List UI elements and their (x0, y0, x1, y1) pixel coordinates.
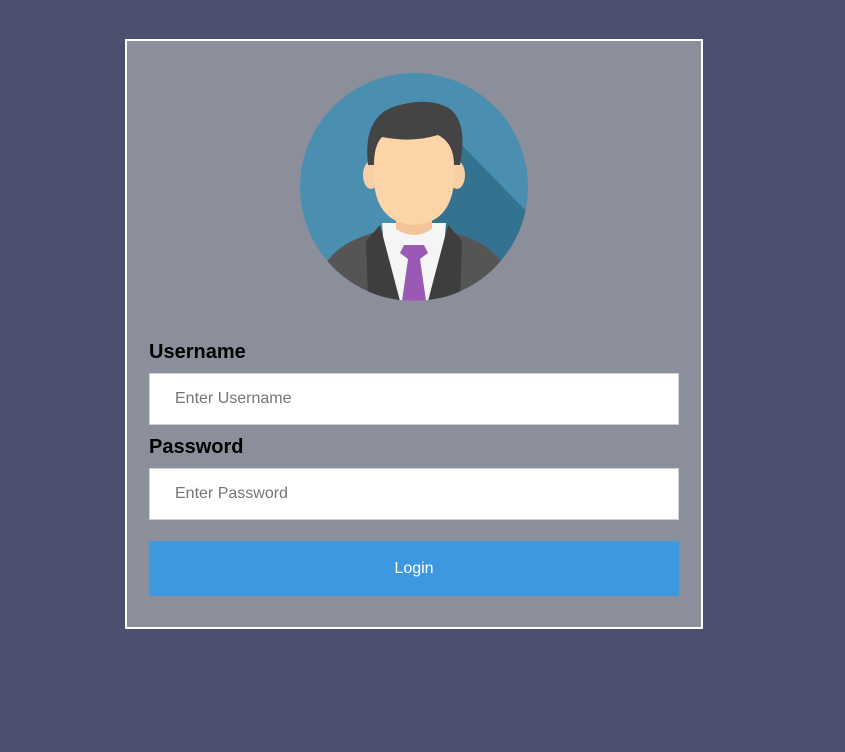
page-background: { "login": { "username_label": "Username… (0, 0, 845, 752)
password-label: Password (149, 436, 244, 458)
user-avatar-icon (300, 73, 528, 301)
login-button[interactable]: Login (149, 541, 679, 596)
password-input[interactable] (149, 468, 679, 520)
username-input[interactable] (149, 373, 679, 425)
username-label: Username (149, 341, 246, 363)
login-card: Username Password Login (125, 39, 703, 629)
